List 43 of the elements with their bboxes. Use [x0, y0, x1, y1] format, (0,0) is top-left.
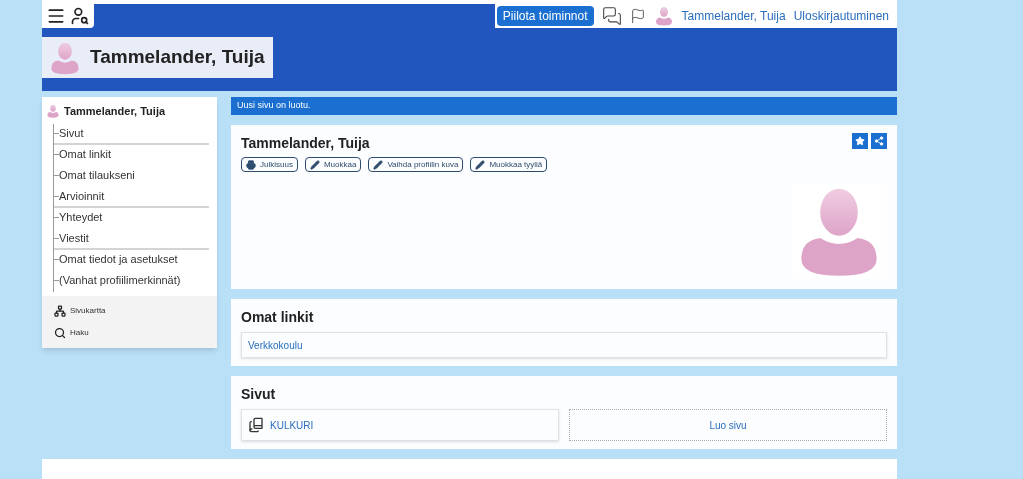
sidebar-tool-link[interactable]: Sivukartta [54, 299, 205, 322]
sitemap-icon [54, 304, 66, 317]
sidebar-item[interactable]: Arvioinnit [59, 187, 105, 205]
star-icon [855, 136, 865, 146]
pencil-icon [475, 159, 486, 170]
pencil-icon [373, 159, 384, 170]
create-page-tile[interactable]: Luo sivu [569, 409, 887, 441]
search-icon [54, 326, 66, 339]
section-title: Omat linkit [241, 308, 315, 327]
profile-title: Tammelander, Tuija [241, 134, 371, 153]
notice-bar: Uusi sivu on luotu. [231, 97, 897, 115]
share-icon [874, 136, 884, 146]
action-button[interactable]: Vaihda profiilin kuva [368, 157, 464, 172]
sidebar-item[interactable]: Sivut [59, 124, 84, 142]
section-title: Sivut [241, 385, 277, 404]
sidebar-item[interactable]: Viestit [59, 229, 89, 247]
avatar-icon [48, 40, 82, 75]
action-button[interactable]: Julkisuus [241, 157, 298, 172]
sidebar-item[interactable]: Omat tiedot ja asetukset [59, 250, 178, 268]
sidebar-item[interactable]: Omat linkit [59, 145, 111, 163]
favorite-button[interactable] [852, 133, 868, 149]
flag-icon[interactable] [629, 8, 646, 25]
sidebar-tool-link[interactable]: Haku [54, 321, 205, 344]
link-item[interactable]: Verkkokoulu [241, 332, 887, 358]
printer-icon [246, 159, 256, 170]
avatar-icon [46, 104, 60, 119]
book-stack-icon [248, 417, 264, 433]
sidebar-item[interactable]: Omat tilaukseni [59, 166, 135, 184]
share-button[interactable] [871, 133, 887, 149]
sidebar-item[interactable]: Yhteydet [59, 208, 103, 226]
logout-link[interactable]: Uloskirjautuminen [793, 7, 889, 26]
sidebar-user[interactable]: Tammelander, Tuija [64, 103, 166, 120]
page-title: Tammelander, Tuija [90, 45, 265, 70]
user-search-icon[interactable] [70, 6, 90, 27]
avatar-icon [653, 6, 674, 27]
action-button[interactable]: Muokkaa [304, 157, 362, 172]
sidebar-item[interactable]: (Vanhat profiilimerkinnät) [59, 271, 181, 289]
action-button[interactable]: Muokkaa tyyliä [470, 157, 548, 172]
messages-icon[interactable] [601, 6, 622, 27]
user-link[interactable]: Tammelander, Tuija [681, 7, 786, 26]
pencil-icon [309, 159, 320, 170]
page-tile[interactable]: KULKURI [241, 409, 559, 441]
hide-actions-button[interactable]: Piilota toiminnot [496, 6, 594, 27]
